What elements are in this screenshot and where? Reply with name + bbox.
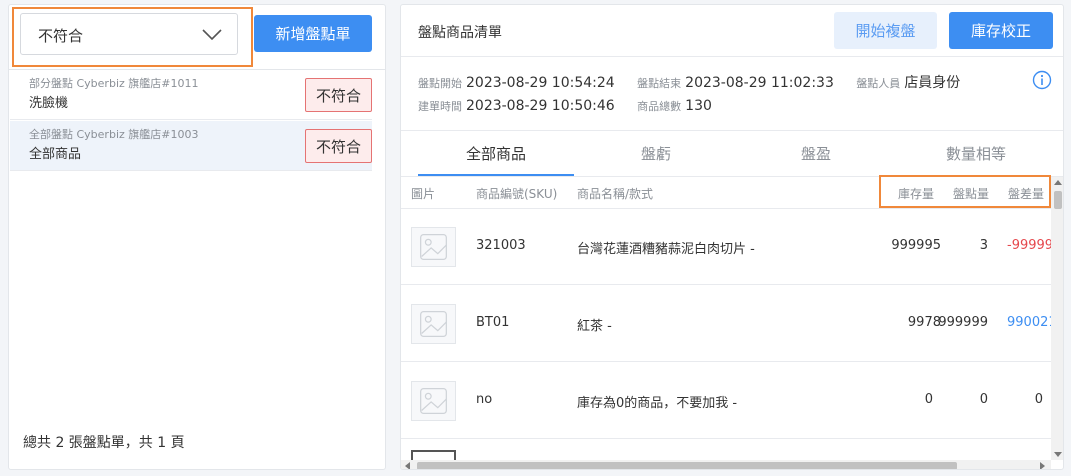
count-label: 商品總數 — [637, 100, 682, 113]
counted-cell: 3 — [979, 238, 988, 253]
order-name: 全部商品 — [29, 147, 82, 162]
meta-row-1: 盤點開始 2023-08-29 10:54:24 盤點結束 2023-08-29 1… — [418, 72, 978, 92]
counted-cell: 0 — [979, 392, 988, 407]
horizontal-scrollbar[interactable] — [401, 460, 1051, 469]
status-filter-select[interactable]: 不符合 — [20, 13, 238, 55]
order-subtitle: 部分盤點 Cyberbiz 旗艦店#1011 — [29, 77, 199, 90]
stocktake-detail-panel: 盤點商品清單 開始複盤 庫存校正 盤點開始 2023-08-29 10:54:24… — [400, 4, 1064, 470]
sku-cell: no — [476, 392, 493, 407]
image-placeholder-icon — [411, 304, 456, 344]
meta-row-2: 建單時間 2023-08-29 10:50:46 商品總數 130 — [418, 98, 730, 114]
order-list-item[interactable]: 全部盤點 Cyberbiz 旗艦店#1003 全部商品 不符合 — [10, 121, 372, 171]
scroll-up-icon[interactable] — [1054, 180, 1062, 185]
start-recount-button[interactable]: 開始複盤 — [834, 12, 937, 49]
scroll-right-icon[interactable] — [1040, 462, 1045, 469]
table-row[interactable]: BT01 紅茶 - 9978 999999 990021 — [401, 286, 1057, 362]
order-name: 洗臉機 — [29, 96, 69, 111]
column-header-name: 商品名稱/款式 — [577, 187, 654, 201]
order-subtitle: 全部盤點 Cyberbiz 旗艦店#1003 — [29, 128, 199, 141]
stock-cell: 0 — [924, 392, 933, 407]
scroll-down-icon[interactable] — [1054, 452, 1062, 457]
sku-cell: 321003 — [476, 238, 526, 253]
status-badge: 不符合 — [305, 129, 372, 163]
staff-value: 店員身份 — [904, 75, 961, 91]
counted-cell: 999999 — [938, 315, 988, 330]
diff-cell: 990021 — [1007, 315, 1057, 330]
end-value: 2023-08-29 11:02:33 — [685, 75, 834, 91]
product-name-cell: 庫存為0的商品，不要加我 - — [577, 396, 738, 411]
order-list-panel: 不符合 新增盤點單 部分盤點 Cyberbiz 旗艦店#1011 洗臉機 不符合… — [8, 4, 386, 470]
scrollbar-thumb[interactable] — [1054, 191, 1062, 209]
quantity-columns-highlight — [879, 175, 1051, 208]
table-row[interactable]: no 庫存為0的商品，不要加我 - 0 0 0 — [401, 363, 1051, 439]
image-placeholder-icon — [411, 381, 456, 421]
created-value: 2023-08-29 10:50:46 — [466, 98, 615, 114]
start-label: 盤點開始 — [418, 77, 462, 90]
product-name-cell: 紅茶 - — [577, 319, 612, 334]
panel-title: 盤點商品清單 — [418, 25, 502, 41]
product-name-cell: 台灣花蓮酒糟豬蒜泥白肉切片 - — [577, 242, 755, 257]
created-label: 建單時間 — [418, 100, 462, 113]
status-filter-value: 不符合 — [38, 27, 84, 45]
tab-all-products[interactable]: 全部商品 — [416, 143, 576, 164]
tab-equal[interactable]: 數量相等 — [896, 143, 1056, 164]
divider — [401, 130, 1063, 131]
count-value: 130 — [685, 98, 712, 114]
sku-cell: BT01 — [476, 315, 510, 330]
end-label: 盤點結束 — [637, 77, 682, 90]
vertical-scrollbar[interactable] — [1051, 177, 1063, 460]
chevron-down-icon — [202, 29, 222, 41]
diff-cell: 0 — [1034, 392, 1043, 407]
start-value: 2023-08-29 10:54:24 — [466, 75, 615, 91]
order-list-item[interactable]: 部分盤點 Cyberbiz 旗艦店#1011 洗臉機 不符合 — [10, 70, 372, 120]
divider — [401, 56, 1063, 57]
image-placeholder-icon — [411, 227, 456, 267]
new-stocktake-button[interactable]: 新增盤點單 — [254, 15, 372, 52]
tab-loss[interactable]: 盤虧 — [576, 143, 736, 164]
column-header-sku: 商品編號(SKU) — [476, 187, 558, 201]
inventory-calibrate-button[interactable]: 庫存校正 — [949, 12, 1053, 49]
tab-gain[interactable]: 盤盈 — [736, 143, 896, 164]
scrollbar-thumb[interactable] — [417, 462, 957, 469]
info-icon[interactable] — [1032, 70, 1052, 90]
scroll-left-icon[interactable] — [405, 462, 410, 469]
table-row[interactable]: 321003 台灣花蓮酒糟豬蒜泥白肉切片 - 999995 3 -999992 — [401, 209, 1061, 285]
status-badge: 不符合 — [305, 78, 372, 112]
column-header-image: 圖片 — [411, 187, 436, 201]
staff-label: 盤點人員 — [856, 77, 901, 90]
pagination-summary: 總共 2 張盤點單，共 1 頁 — [23, 435, 185, 451]
